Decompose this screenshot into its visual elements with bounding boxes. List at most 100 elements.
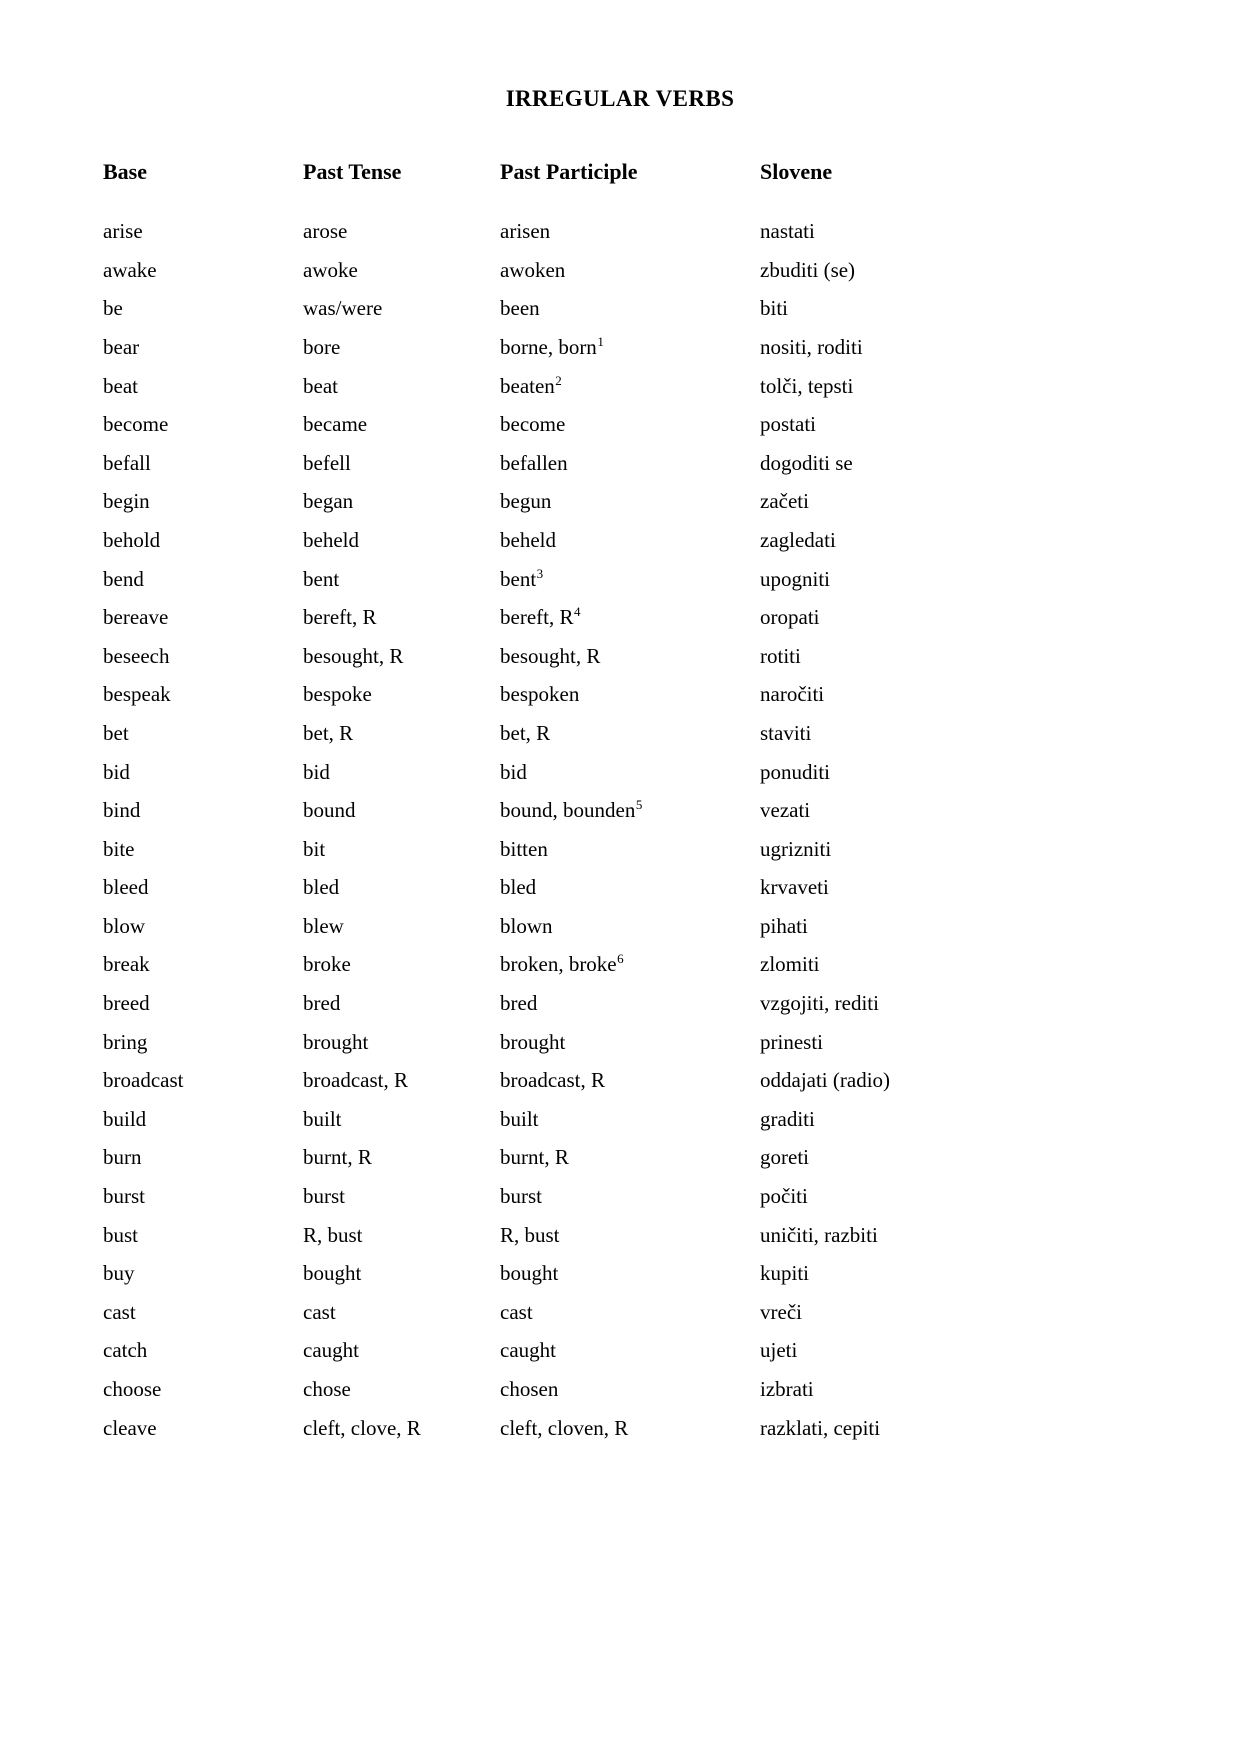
cell-base: bite xyxy=(103,830,303,869)
cell-base: cleave xyxy=(103,1409,303,1448)
cell-past-participle-text: built xyxy=(500,1106,539,1131)
table-row: bear bore borne, born1 nositi, roditi xyxy=(103,328,983,367)
cell-base: behold xyxy=(103,521,303,560)
cell-past-participle: besought, R xyxy=(500,637,760,676)
cell-base-text: beseech xyxy=(103,643,170,668)
cell-slovene: oropati xyxy=(760,598,983,637)
column-header-slovene: Slovene xyxy=(760,159,833,184)
cell-slovene: zlomiti xyxy=(760,945,983,984)
cell-base-text: behold xyxy=(103,527,161,552)
cell-past-tense-text: R, bust xyxy=(303,1222,363,1247)
cell-slovene-text: dogoditi se xyxy=(760,450,853,475)
cell-past-tense-text: bit xyxy=(303,836,326,861)
table-row: arise arose arisen nastati xyxy=(103,212,983,251)
cell-past-participle-text: besought, R xyxy=(500,643,601,668)
cell-past-participle-text: beaten xyxy=(500,373,555,398)
cell-base: broadcast xyxy=(103,1061,303,1100)
cell-past-participle-text: bent xyxy=(500,566,537,591)
cell-base: begin xyxy=(103,482,303,521)
table-row: cast cast cast vreči xyxy=(103,1293,983,1332)
cell-slovene: zbuditi (se) xyxy=(760,251,983,290)
table-row: bereave bereft, Rbereft, R4 oropati xyxy=(103,598,983,637)
cell-past-tense-text: beat xyxy=(303,373,338,398)
cell-past-participle: chosen xyxy=(500,1370,760,1409)
cell-past-participle-text: burnt, R xyxy=(500,1145,569,1170)
cell-past-participle: bred xyxy=(500,984,760,1023)
cell-past-tense-text: brought xyxy=(303,1029,369,1054)
cell-base-text: broadcast xyxy=(103,1068,184,1093)
cell-past-participle: cast xyxy=(500,1293,760,1332)
table-row: buy bought bought kupiti xyxy=(103,1254,983,1293)
cell-past-tense-text: built xyxy=(303,1106,342,1131)
cell-base: bid xyxy=(103,753,303,792)
cell-slovene-text: uničiti, razbiti xyxy=(760,1222,878,1247)
cell-past-participle: befallen xyxy=(500,444,760,483)
column-header-past-tense: Past Tense xyxy=(303,159,402,184)
cell-past-participle: broadcast, R xyxy=(500,1061,760,1100)
cell-past-tense: bit xyxy=(303,830,500,869)
cell-slovene: nastati xyxy=(760,212,983,251)
cell-past-tense: bore xyxy=(303,328,500,367)
cell-past-participle: bought xyxy=(500,1254,760,1293)
cell-past-tense: bespoke xyxy=(303,675,500,714)
page-title: IRREGULAR VERBS xyxy=(505,86,735,111)
cell-past-participle-text: broadcast, R xyxy=(500,1068,605,1093)
cell-base-text: arise xyxy=(103,219,143,244)
footnote-marker: 4 xyxy=(573,604,581,620)
table-row: burst burst burst počiti xyxy=(103,1177,983,1216)
cell-slovene-text: razklati, cepiti xyxy=(760,1415,881,1440)
cell-base: break xyxy=(103,945,303,984)
cell-past-participle: bound, bounden5 xyxy=(500,791,760,830)
cell-past-participle: built xyxy=(500,1100,760,1139)
cell-base-text: beat xyxy=(103,373,138,398)
cell-past-participle: bent3 xyxy=(500,560,760,599)
cell-base: burn xyxy=(103,1138,303,1177)
cell-past-participle-text: bereft, R xyxy=(500,605,574,630)
cell-past-tense: bid xyxy=(303,753,500,792)
cell-slovene-text: kupiti xyxy=(760,1261,810,1286)
cell-slovene-text: krvaveti xyxy=(760,875,829,900)
cell-past-tense-text: bound xyxy=(303,798,356,823)
cell-base: bend xyxy=(103,560,303,599)
cell-past-tense-text: bespoke xyxy=(303,682,372,707)
cell-past-participle-text: bet, R xyxy=(500,720,551,745)
cell-base-text: bust xyxy=(103,1222,139,1247)
cell-past-tense: bought xyxy=(303,1254,500,1293)
footnote-marker: 5 xyxy=(635,797,643,813)
cell-past-tense-text: bled xyxy=(303,875,340,900)
cell-slovene: zagledati xyxy=(760,521,983,560)
table-row: blow blew blown pihati xyxy=(103,907,983,946)
cell-past-participle: borne, born1 xyxy=(500,328,760,367)
cell-slovene: pihati xyxy=(760,907,983,946)
cell-past-participle-text: beheld xyxy=(500,527,556,552)
cell-base: bring xyxy=(103,1023,303,1062)
cell-slovene-text: oropati xyxy=(760,605,820,630)
cell-past-participle: burnt, R xyxy=(500,1138,760,1177)
cell-past-tense: broadcast, R xyxy=(303,1061,500,1100)
cell-base: build xyxy=(103,1100,303,1139)
cell-base-text: befall xyxy=(103,450,151,475)
cell-past-tense-text: bet, R xyxy=(303,720,354,745)
cell-base-text: bring xyxy=(103,1029,148,1054)
cell-past-tense: beat xyxy=(303,367,500,406)
cell-slovene-text: začeti xyxy=(760,489,809,514)
cell-past-tense-text: broke xyxy=(303,952,351,977)
cell-past-participle: bespoken xyxy=(500,675,760,714)
cell-base: bleed xyxy=(103,868,303,907)
cell-slovene-text: izbrati xyxy=(760,1377,814,1401)
cell-slovene: vreči xyxy=(760,1293,983,1332)
cell-slovene: postati xyxy=(760,405,983,444)
cell-past-tense-text: awoke xyxy=(303,257,358,282)
table-row: bite bit bitten ugrizniti xyxy=(103,830,983,869)
table-row: broadcast broadcast, R broadcast, R oddajat… xyxy=(103,1061,983,1100)
cell-past-tense: besought, R xyxy=(303,637,500,676)
cell-past-participle: cleft, cloven, R xyxy=(500,1409,760,1448)
cell-past-participle-text: R, bust xyxy=(500,1222,560,1247)
cell-base: befall xyxy=(103,444,303,483)
cell-past-tense: befell xyxy=(303,444,500,483)
cell-slovene: vzgojiti, rediti xyxy=(760,984,983,1023)
cell-past-tense: chose xyxy=(303,1370,500,1409)
cell-past-tense-text: arose xyxy=(303,219,348,244)
cell-slovene: krvaveti xyxy=(760,868,983,907)
cell-base-text: bereave xyxy=(103,605,169,630)
